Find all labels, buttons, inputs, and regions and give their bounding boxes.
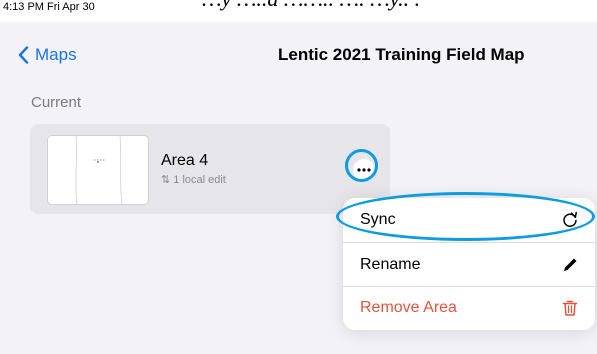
menu-item-remove-area-label: Remove Area [360,299,457,316]
area-card[interactable]: Area 4 ⇅ 1 local edit [30,124,390,214]
menu-item-sync-label: Sync [360,211,396,228]
status-bar-time: 4:13 PM Fri Apr 30 [3,1,95,13]
more-options-button[interactable] [353,159,375,181]
back-button-label: Maps [35,45,77,64]
sync-icon [561,211,579,234]
menu-item-sync[interactable]: Sync [343,198,595,242]
section-label-current: Current [31,94,82,111]
chevron-left-icon [18,46,29,64]
ellipsis-icon [357,168,371,172]
area-name: Area 4 [161,152,209,169]
top-strip: …y …..d …….. …. …y.. . 4:13 PM Fri Apr 3… [0,0,597,22]
menu-item-remove-area[interactable]: Remove Area [343,286,595,330]
back-button[interactable]: Maps [18,45,77,65]
map-thumbnail [47,135,149,205]
menu-item-rename[interactable]: Rename [343,243,595,287]
pencil-icon [561,256,579,279]
trash-icon [561,299,579,322]
map-thumbnail-image [75,136,123,204]
page-title: Lentic 2021 Training Field Map [278,45,525,64]
menu-item-rename-label: Rename [360,256,421,273]
area-edits-count: ⇅ 1 local edit [161,174,226,186]
context-menu: Sync Rename Remove Area [343,198,595,330]
caption-clip: …y …..d …….. …. …y.. . [202,0,420,12]
maps-screen: Maps Lentic 2021 Training Field Map Curr… [0,22,597,354]
